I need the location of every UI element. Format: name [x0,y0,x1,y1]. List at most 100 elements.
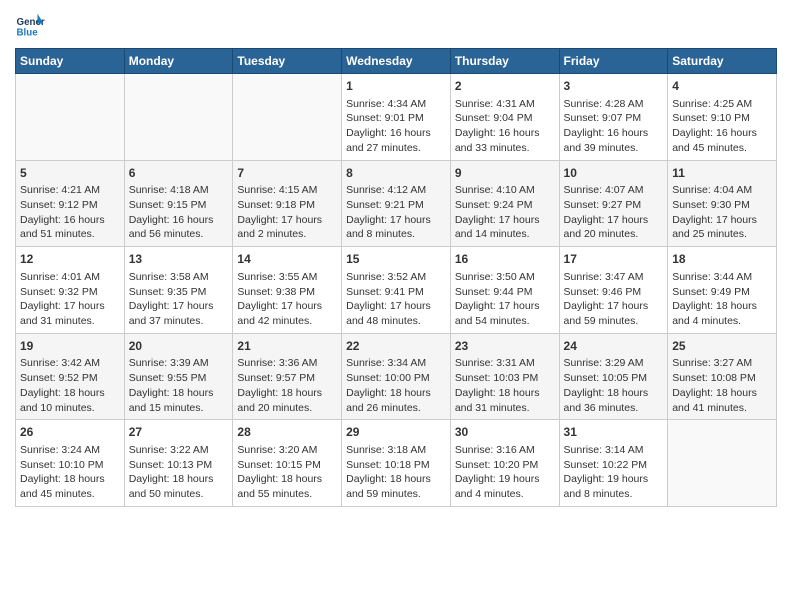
calendar-body: 1 Sunrise: 4:34 AM Sunset: 9:01 PM Daylig… [16,74,777,507]
day-number: 5 [20,165,120,182]
calendar-cell: 28 Sunrise: 3:20 AM Sunset: 10:15 PM Dayl… [233,420,342,507]
calendar-cell: 27 Sunrise: 3:22 AM Sunset: 10:13 PM Dayl… [124,420,233,507]
week-row-4: 19Sunrise: 3:42 AM Sunset: 9:52 PM Dayli… [16,333,777,420]
day-number: 19 [20,338,120,355]
day-number: 15 [346,251,446,268]
calendar-cell: 21Sunrise: 3:36 AM Sunset: 9:57 PM Dayli… [233,333,342,420]
calendar-cell: 16 Sunrise: 3:50 AM Sunset: 9:44 PM Dayli… [450,247,559,334]
week-row-5: 26 Sunrise: 3:24 AM Sunset: 10:10 PM Dayl… [16,420,777,507]
day-number: 31 [564,424,664,441]
day-info: Sunrise: 3:24 AM Sunset: 10:10 PM Daylig… [20,443,120,502]
calendar-cell: 20Sunrise: 3:39 AM Sunset: 9:55 PM Dayli… [124,333,233,420]
day-info: Sunrise: 4:07 AM Sunset: 9:27 PM Dayligh… [564,183,664,242]
day-info: Sunrise: 3:18 AM Sunset: 10:18 PM Daylig… [346,443,446,502]
day-number: 30 [455,424,555,441]
calendar-cell: 19Sunrise: 3:42 AM Sunset: 9:52 PM Dayli… [16,333,125,420]
day-number: 24 [564,338,664,355]
calendar-cell: 2Sunrise: 4:31 AM Sunset: 9:04 PM Daylig… [450,74,559,161]
day-info: Sunrise: 3:16 AM Sunset: 10:20 PM Daylig… [455,443,555,502]
day-number: 26 [20,424,120,441]
day-number: 17 [564,251,664,268]
header-sunday: Sunday [16,49,125,74]
day-number: 27 [129,424,229,441]
day-info: Sunrise: 3:47 AM Sunset: 9:46 PM Dayligh… [564,270,664,329]
day-number: 11 [672,165,772,182]
day-info: Sunrise: 4:34 AM Sunset: 9:01 PM Dayligh… [346,97,446,156]
logo: General Blue [15,10,49,40]
day-number: 4 [672,78,772,95]
day-number: 1 [346,78,446,95]
calendar-cell [16,74,125,161]
day-number: 12 [20,251,120,268]
day-number: 7 [237,165,337,182]
calendar-cell: 26 Sunrise: 3:24 AM Sunset: 10:10 PM Dayl… [16,420,125,507]
day-number: 8 [346,165,446,182]
week-row-2: 5Sunrise: 4:21 AM Sunset: 9:12 PM Daylig… [16,160,777,247]
day-number: 21 [237,338,337,355]
calendar-cell: 24Sunrise: 3:29 AM Sunset: 10:05 PM Dayl… [559,333,668,420]
day-info: Sunrise: 4:25 AM Sunset: 9:10 PM Dayligh… [672,97,772,156]
page-header: General Blue [15,10,777,40]
calendar-cell: 5Sunrise: 4:21 AM Sunset: 9:12 PM Daylig… [16,160,125,247]
day-info: Sunrise: 3:50 AM Sunset: 9:44 PM Dayligh… [455,270,555,329]
day-info: Sunrise: 4:21 AM Sunset: 9:12 PM Dayligh… [20,183,120,242]
calendar-table: Sunday Monday Tuesday Wednesday Thursday… [15,48,777,507]
day-info: Sunrise: 4:12 AM Sunset: 9:21 PM Dayligh… [346,183,446,242]
calendar-cell [124,74,233,161]
day-info: Sunrise: 3:22 AM Sunset: 10:13 PM Daylig… [129,443,229,502]
day-info: Sunrise: 3:39 AM Sunset: 9:55 PM Dayligh… [129,356,229,415]
calendar-cell: 12 Sunrise: 4:01 AM Sunset: 9:32 PM Dayli… [16,247,125,334]
day-info: Sunrise: 3:29 AM Sunset: 10:05 PM Daylig… [564,356,664,415]
day-info: Sunrise: 3:36 AM Sunset: 9:57 PM Dayligh… [237,356,337,415]
day-number: 22 [346,338,446,355]
day-number: 14 [237,251,337,268]
calendar-cell: 17 Sunrise: 3:47 AM Sunset: 9:46 PM Dayli… [559,247,668,334]
calendar-cell: 25Sunrise: 3:27 AM Sunset: 10:08 PM Dayl… [668,333,777,420]
calendar-cell: 14Sunrise: 3:55 AM Sunset: 9:38 PM Dayli… [233,247,342,334]
week-row-1: 1 Sunrise: 4:34 AM Sunset: 9:01 PM Daylig… [16,74,777,161]
calendar-cell: 23Sunrise: 3:31 AM Sunset: 10:03 PM Dayl… [450,333,559,420]
header-row: Sunday Monday Tuesday Wednesday Thursday… [16,49,777,74]
calendar-cell: 11Sunrise: 4:04 AM Sunset: 9:30 PM Dayli… [668,160,777,247]
svg-text:Blue: Blue [17,28,39,39]
day-info: Sunrise: 4:28 AM Sunset: 9:07 PM Dayligh… [564,97,664,156]
day-number: 9 [455,165,555,182]
day-number: 18 [672,251,772,268]
day-number: 16 [455,251,555,268]
day-info: Sunrise: 4:01 AM Sunset: 9:32 PM Dayligh… [20,270,120,329]
day-number: 3 [564,78,664,95]
header-friday: Friday [559,49,668,74]
logo-icon: General Blue [15,10,45,40]
calendar-cell: 31 Sunrise: 3:14 AM Sunset: 10:22 PM Dayl… [559,420,668,507]
calendar-cell: 29 Sunrise: 3:18 AM Sunset: 10:18 PM Dayl… [342,420,451,507]
calendar-cell: 13 Sunrise: 3:58 AM Sunset: 9:35 PM Dayli… [124,247,233,334]
calendar-cell [668,420,777,507]
day-number: 6 [129,165,229,182]
day-info: Sunrise: 3:27 AM Sunset: 10:08 PM Daylig… [672,356,772,415]
calendar-cell: 15 Sunrise: 3:52 AM Sunset: 9:41 PM Dayli… [342,247,451,334]
day-info: Sunrise: 3:14 AM Sunset: 10:22 PM Daylig… [564,443,664,502]
calendar-cell: 4 Sunrise: 4:25 AM Sunset: 9:10 PM Daylig… [668,74,777,161]
day-info: Sunrise: 3:52 AM Sunset: 9:41 PM Dayligh… [346,270,446,329]
day-info: Sunrise: 4:18 AM Sunset: 9:15 PM Dayligh… [129,183,229,242]
day-number: 28 [237,424,337,441]
calendar-cell: 30 Sunrise: 3:16 AM Sunset: 10:20 PM Dayl… [450,420,559,507]
header-wednesday: Wednesday [342,49,451,74]
day-info: Sunrise: 4:04 AM Sunset: 9:30 PM Dayligh… [672,183,772,242]
day-info: Sunrise: 3:20 AM Sunset: 10:15 PM Daylig… [237,443,337,502]
calendar-cell: 18Sunrise: 3:44 AM Sunset: 9:49 PM Dayli… [668,247,777,334]
week-row-3: 12 Sunrise: 4:01 AM Sunset: 9:32 PM Dayli… [16,247,777,334]
calendar-header: Sunday Monday Tuesday Wednesday Thursday… [16,49,777,74]
header-monday: Monday [124,49,233,74]
calendar-cell: 10Sunrise: 4:07 AM Sunset: 9:27 PM Dayli… [559,160,668,247]
day-info: Sunrise: 3:58 AM Sunset: 9:35 PM Dayligh… [129,270,229,329]
day-number: 10 [564,165,664,182]
calendar-cell: 9Sunrise: 4:10 AM Sunset: 9:24 PM Daylig… [450,160,559,247]
header-thursday: Thursday [450,49,559,74]
day-number: 29 [346,424,446,441]
day-info: Sunrise: 3:31 AM Sunset: 10:03 PM Daylig… [455,356,555,415]
calendar-cell: 1 Sunrise: 4:34 AM Sunset: 9:01 PM Daylig… [342,74,451,161]
day-number: 13 [129,251,229,268]
calendar-cell: 6Sunrise: 4:18 AM Sunset: 9:15 PM Daylig… [124,160,233,247]
calendar-cell: 3 Sunrise: 4:28 AM Sunset: 9:07 PM Daylig… [559,74,668,161]
